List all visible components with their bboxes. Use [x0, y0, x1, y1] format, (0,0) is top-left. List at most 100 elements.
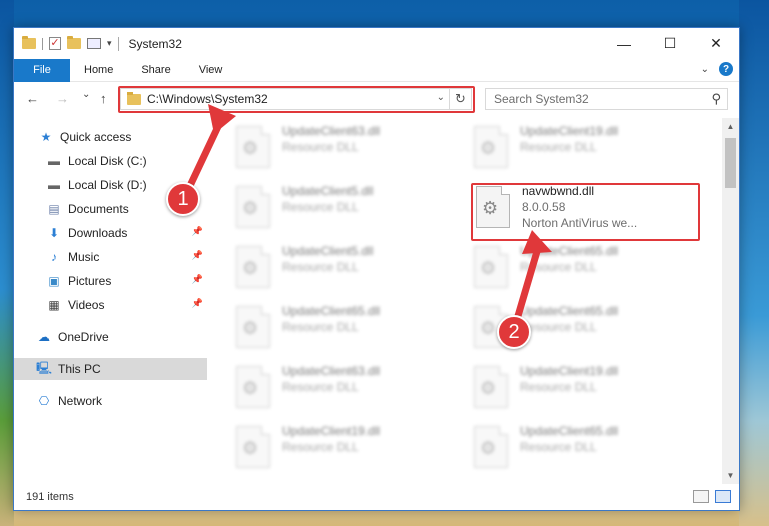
sidebar-item-label: OneDrive [58, 330, 109, 344]
file-name: UpdateClient5.dll [282, 184, 374, 198]
tab-share[interactable]: Share [127, 59, 184, 82]
view-properties-icon[interactable] [87, 38, 101, 49]
sidebar-item-network[interactable]: ⎔ Network [14, 390, 207, 412]
file-item[interactable]: ⚙ UpdateClient19.dll Resource DLL [460, 362, 690, 418]
file-item[interactable]: ⚙ UpdateClient65.dll Resource DLL [222, 302, 452, 358]
close-button[interactable]: ✕ [693, 28, 739, 59]
forward-arrow-icon[interactable]: → [56, 91, 69, 106]
vertical-scrollbar[interactable]: ▲ ▼ [722, 118, 739, 484]
customize-toolbar-chevron-icon[interactable]: ▾ [107, 38, 112, 49]
file-name: UpdateClient65.dll [520, 304, 619, 318]
help-icon[interactable]: ? [719, 62, 733, 76]
sidebar-item-label: Quick access [60, 130, 132, 144]
file-item[interactable]: ⚙ UpdateClient65.dll Resource DLL [460, 242, 690, 298]
sidebar-item-this-pc[interactable]: 🖳 This PC [14, 358, 207, 380]
videos-icon: ▦ [48, 298, 60, 312]
new-folder-icon[interactable] [67, 36, 81, 49]
dll-file-icon: ⚙ [476, 186, 510, 228]
sidebar-item-label: Downloads [68, 226, 128, 240]
tab-file[interactable]: File [14, 58, 70, 82]
address-bar[interactable]: C:\Windows\System32 ⌄ ↻ [120, 88, 472, 110]
up-arrow-icon[interactable]: ↑ [100, 91, 107, 106]
file-description: Resource DLL [282, 380, 359, 394]
navigation-bar: ← → ⌄ ↑ C:\Windows\System32 ⌄ ↻ Search S… [14, 84, 739, 116]
sidebar-item-downloads[interactable]: ⬇ Downloads 📌 [14, 222, 207, 244]
file-item[interactable]: ⚙ UpdateClient5.dll Resource DLL [222, 242, 452, 298]
scroll-up-arrow-icon[interactable]: ▲ [722, 118, 739, 135]
sidebar-item-quick-access[interactable]: ★ Quick access [14, 126, 207, 148]
sidebar-item-local-disk-c[interactable]: ▬ Local Disk (C:) [14, 150, 207, 172]
file-description: Resource DLL [282, 440, 359, 454]
maximize-button[interactable]: ☐ [647, 28, 693, 59]
scroll-down-arrow-icon[interactable]: ▼ [722, 467, 739, 484]
computer-icon: 🖳 [36, 360, 53, 375]
file-description: Resource DLL [282, 200, 359, 214]
file-item[interactable]: ⚙ UpdateClient65.dll Resource DLL [460, 302, 690, 358]
expand-ribbon-chevron-icon[interactable]: ⌄ [701, 64, 709, 75]
pin-icon[interactable]: 📌 [192, 250, 203, 261]
sidebar-item-pictures[interactable]: ▣ Pictures 📌 [14, 270, 207, 292]
step-1-badge: 1 [166, 182, 200, 216]
file-name: UpdateClient63.dll [282, 124, 381, 138]
dll-file-icon: ⚙ [236, 426, 270, 468]
dll-file-icon: ⚙ [474, 246, 508, 288]
file-description: Resource DLL [282, 260, 359, 274]
music-icon: ♪ [51, 250, 57, 264]
file-description: Resource DLL [520, 320, 597, 334]
properties-check-icon[interactable]: ✓ [49, 37, 61, 50]
sidebar-item-label: Videos [68, 298, 105, 312]
file-item[interactable]: ⚙ UpdateClient19.dll Resource DLL [222, 422, 452, 478]
large-icons-view-icon[interactable] [715, 490, 731, 503]
file-item-navwbwnd-dll[interactable]: ⚙ navwbwnd.dll 8.0.0.58 Norton AntiVirus… [460, 182, 690, 238]
file-description: Resource DLL [282, 320, 359, 334]
desktop-background-left [0, 0, 14, 526]
back-arrow-icon[interactable]: ← [26, 91, 39, 106]
file-item[interactable]: ⚙ UpdateClient5.dll Resource DLL [222, 182, 452, 238]
network-icon: ⎔ [38, 394, 50, 408]
scroll-thumb[interactable] [725, 138, 736, 188]
search-box[interactable]: Search System32 ⚲ [485, 88, 728, 110]
dll-file-icon: ⚙ [474, 126, 508, 168]
sidebar-item-music[interactable]: ♪ Music 📌 [14, 246, 207, 268]
view-toggle [693, 490, 731, 503]
dll-file-icon: ⚙ [236, 246, 270, 288]
file-name: UpdateClient63.dll [282, 364, 381, 378]
address-dropdown-chevron-icon[interactable]: ⌄ [437, 92, 445, 103]
pin-icon[interactable]: 📌 [192, 226, 203, 237]
dll-file-icon: ⚙ [236, 186, 270, 228]
drive-icon: ▬ [48, 178, 60, 192]
address-path[interactable]: C:\Windows\System32 [147, 92, 268, 106]
sidebar-item-onedrive[interactable]: ☁ OneDrive [14, 326, 207, 348]
window-title: System32 [128, 36, 182, 51]
file-item[interactable]: ⚙ UpdateClient65.dll Resource DLL [460, 422, 690, 478]
dll-file-icon: ⚙ [474, 366, 508, 408]
refresh-icon[interactable]: ↻ [449, 89, 471, 109]
details-view-icon[interactable] [693, 490, 709, 503]
title-bar[interactable]: ✓ ▾ System32 — ☐ ✕ [14, 28, 739, 59]
tab-view[interactable]: View [185, 59, 237, 82]
file-name: UpdateClient19.dll [282, 424, 381, 438]
sidebar-item-videos[interactable]: ▦ Videos 📌 [14, 294, 207, 316]
file-description: Resource DLL [520, 140, 597, 154]
dll-file-icon: ⚙ [474, 426, 508, 468]
folder-icon[interactable] [22, 36, 36, 49]
file-version: 8.0.0.58 [522, 200, 566, 214]
file-description: Norton AntiVirus we... [522, 216, 638, 230]
status-bar: 191 items [14, 484, 739, 510]
pin-icon[interactable]: 📌 [192, 298, 203, 309]
sidebar-item-label: Pictures [68, 274, 112, 288]
minimize-button[interactable]: — [601, 28, 647, 59]
sidebar-item-label: Network [58, 394, 103, 408]
tab-home[interactable]: Home [70, 59, 127, 82]
search-input[interactable]: Search System32 [494, 92, 589, 106]
pin-icon[interactable]: 📌 [192, 274, 203, 285]
file-description: Resource DLL [282, 140, 359, 154]
file-item[interactable]: ⚙ UpdateClient63.dll Resource DLL [222, 362, 452, 418]
recent-locations-chevron-icon[interactable]: ⌄ [82, 89, 90, 100]
file-item[interactable]: ⚙ UpdateClient19.dll Resource DLL [460, 122, 690, 178]
dll-file-icon: ⚙ [236, 306, 270, 348]
item-count: 191 items [26, 491, 74, 503]
file-name: UpdateClient19.dll [520, 124, 619, 138]
file-item[interactable]: ⚙ UpdateClient63.dll Resource DLL [222, 122, 452, 178]
file-name: navwbwnd.dll [522, 184, 595, 198]
